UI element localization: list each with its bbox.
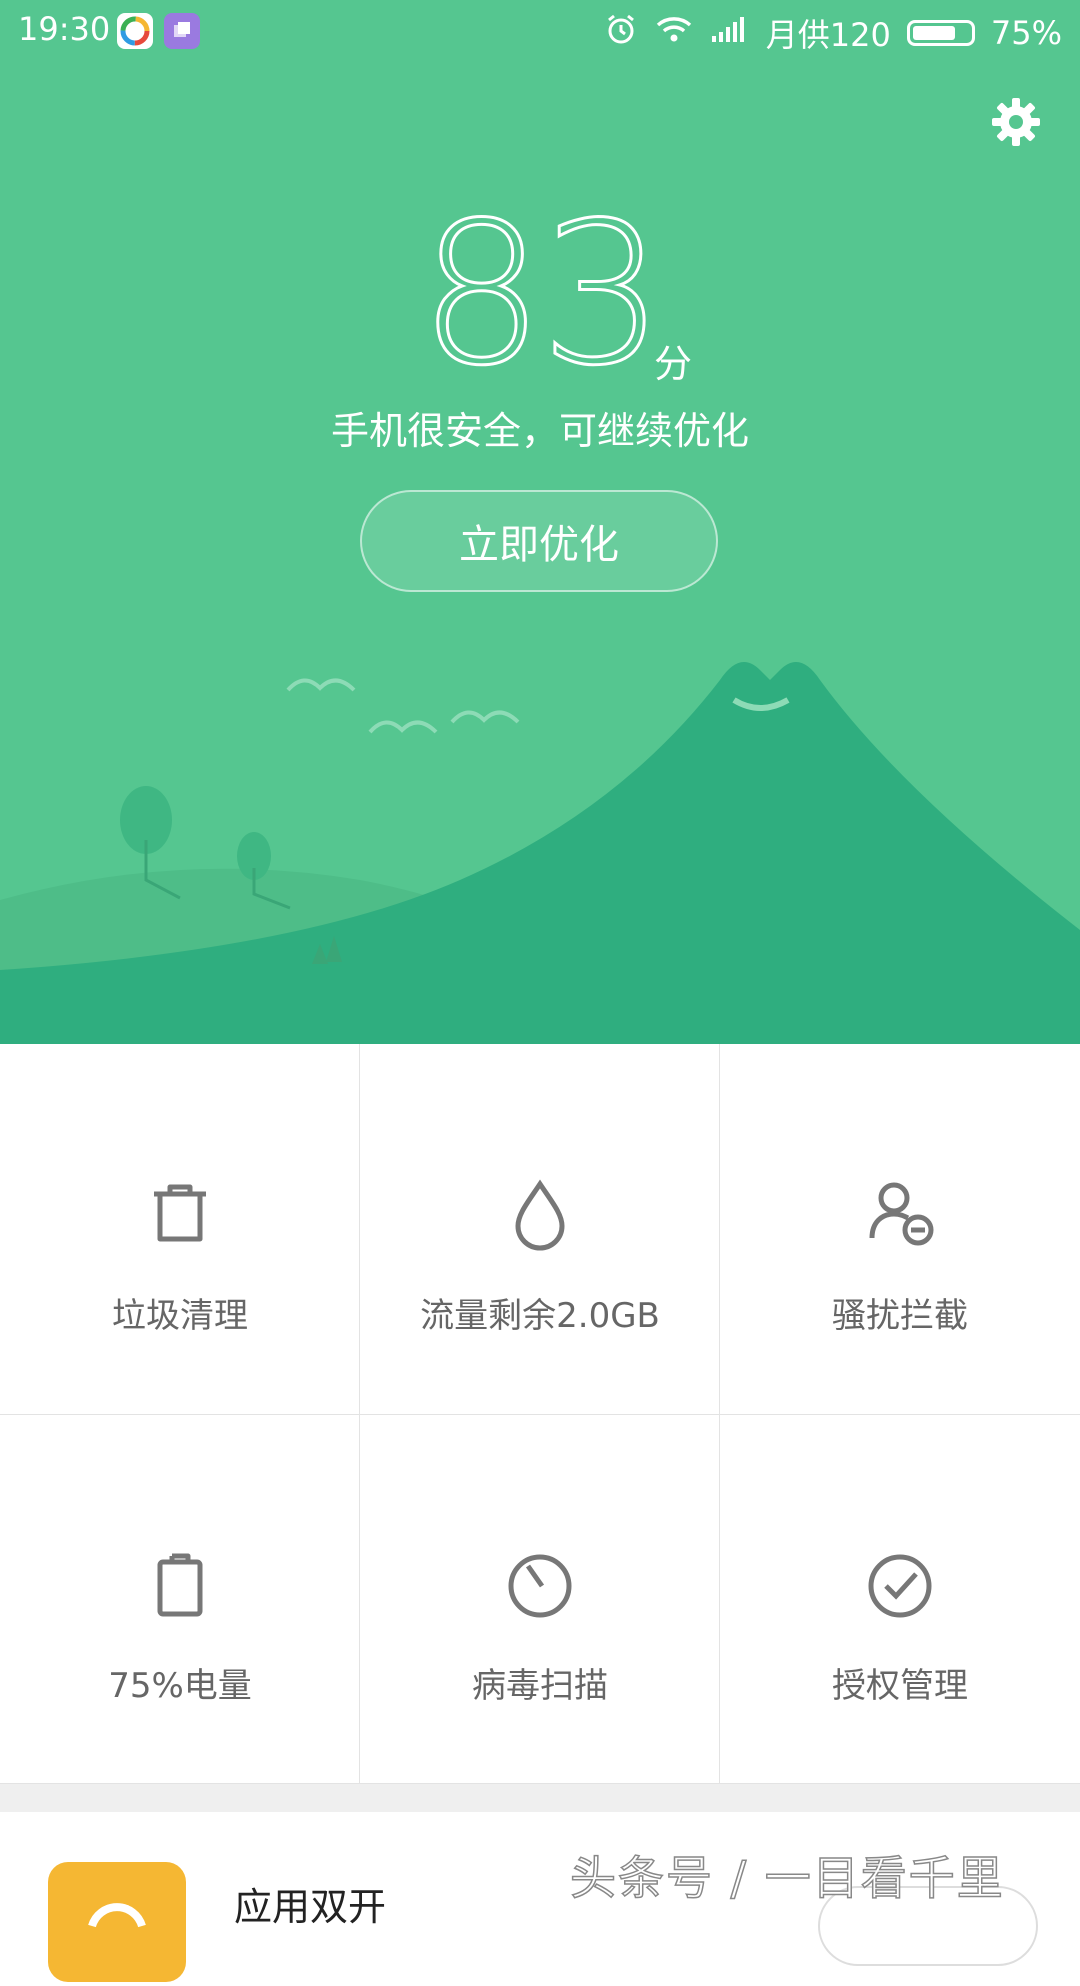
watermark-text: 头条号 / 一目看千里 — [569, 1850, 1005, 1906]
battery-icon — [906, 20, 975, 46]
promo-title: 应用双开 — [234, 1885, 387, 1929]
feature-label: 骚扰拦截 — [832, 1296, 968, 1336]
carrier-label: 月供120 — [765, 16, 891, 54]
feature-grid: 垃圾清理 流量剩余2.0GB 骚扰拦截 75%电量 病毒扫描 授权管理 — [0, 1044, 1080, 1784]
check-circle-icon — [868, 1554, 932, 1618]
score-unit: 分 — [654, 342, 693, 386]
battery-icon — [157, 1553, 203, 1617]
status-bar: 19:30 月供120 75% — [0, 0, 1080, 60]
section-separator — [0, 1784, 1080, 1812]
hero-section: 19:30 月供120 75% 83 分 手机很安全，可继续优化 立即优化 — [0, 0, 1080, 1044]
droplet-icon — [515, 1179, 565, 1251]
feature-junk-clean[interactable]: 垃圾清理 — [0, 1044, 360, 1414]
feature-label: 垃圾清理 — [112, 1296, 248, 1336]
feature-label: 病毒扫描 — [472, 1666, 608, 1706]
status-right: 月供120 75% — [604, 10, 1062, 56]
optimize-button[interactable]: 立即优化 — [360, 490, 718, 592]
bird-icon — [286, 678, 520, 734]
battery-fill — [912, 26, 955, 40]
feature-harassment-block[interactable]: 骚扰拦截 — [720, 1044, 1080, 1414]
app-dual-icon — [48, 1862, 186, 1982]
feature-data-usage[interactable]: 流量剩余2.0GB — [360, 1044, 720, 1414]
feature-permission-manage[interactable]: 授权管理 — [720, 1414, 1080, 1784]
notification-app-icon — [117, 13, 153, 49]
scan-icon — [508, 1554, 572, 1618]
wifi-icon — [654, 13, 694, 53]
signal-icon — [710, 14, 750, 52]
user-block-icon — [869, 1182, 934, 1246]
alarm-icon — [604, 12, 638, 54]
landscape-illustration — [0, 662, 1080, 1044]
score-area: 83 分 — [0, 181, 1080, 409]
notification-app-icon-2 — [164, 13, 200, 49]
security-score: 83 — [418, 181, 666, 409]
trash-icon — [154, 1184, 206, 1242]
battery-percent: 75% — [990, 14, 1062, 52]
feature-label: 流量剩余2.0GB — [420, 1296, 660, 1336]
feature-label: 75%电量 — [108, 1666, 252, 1706]
feature-label: 授权管理 — [832, 1666, 968, 1706]
security-message: 手机很安全，可继续优化 — [330, 409, 749, 453]
feature-battery[interactable]: 75%电量 — [0, 1414, 360, 1784]
feature-virus-scan[interactable]: 病毒扫描 — [360, 1414, 720, 1784]
settings-gear-icon[interactable] — [990, 96, 1042, 148]
status-time: 19:30 — [18, 10, 111, 48]
